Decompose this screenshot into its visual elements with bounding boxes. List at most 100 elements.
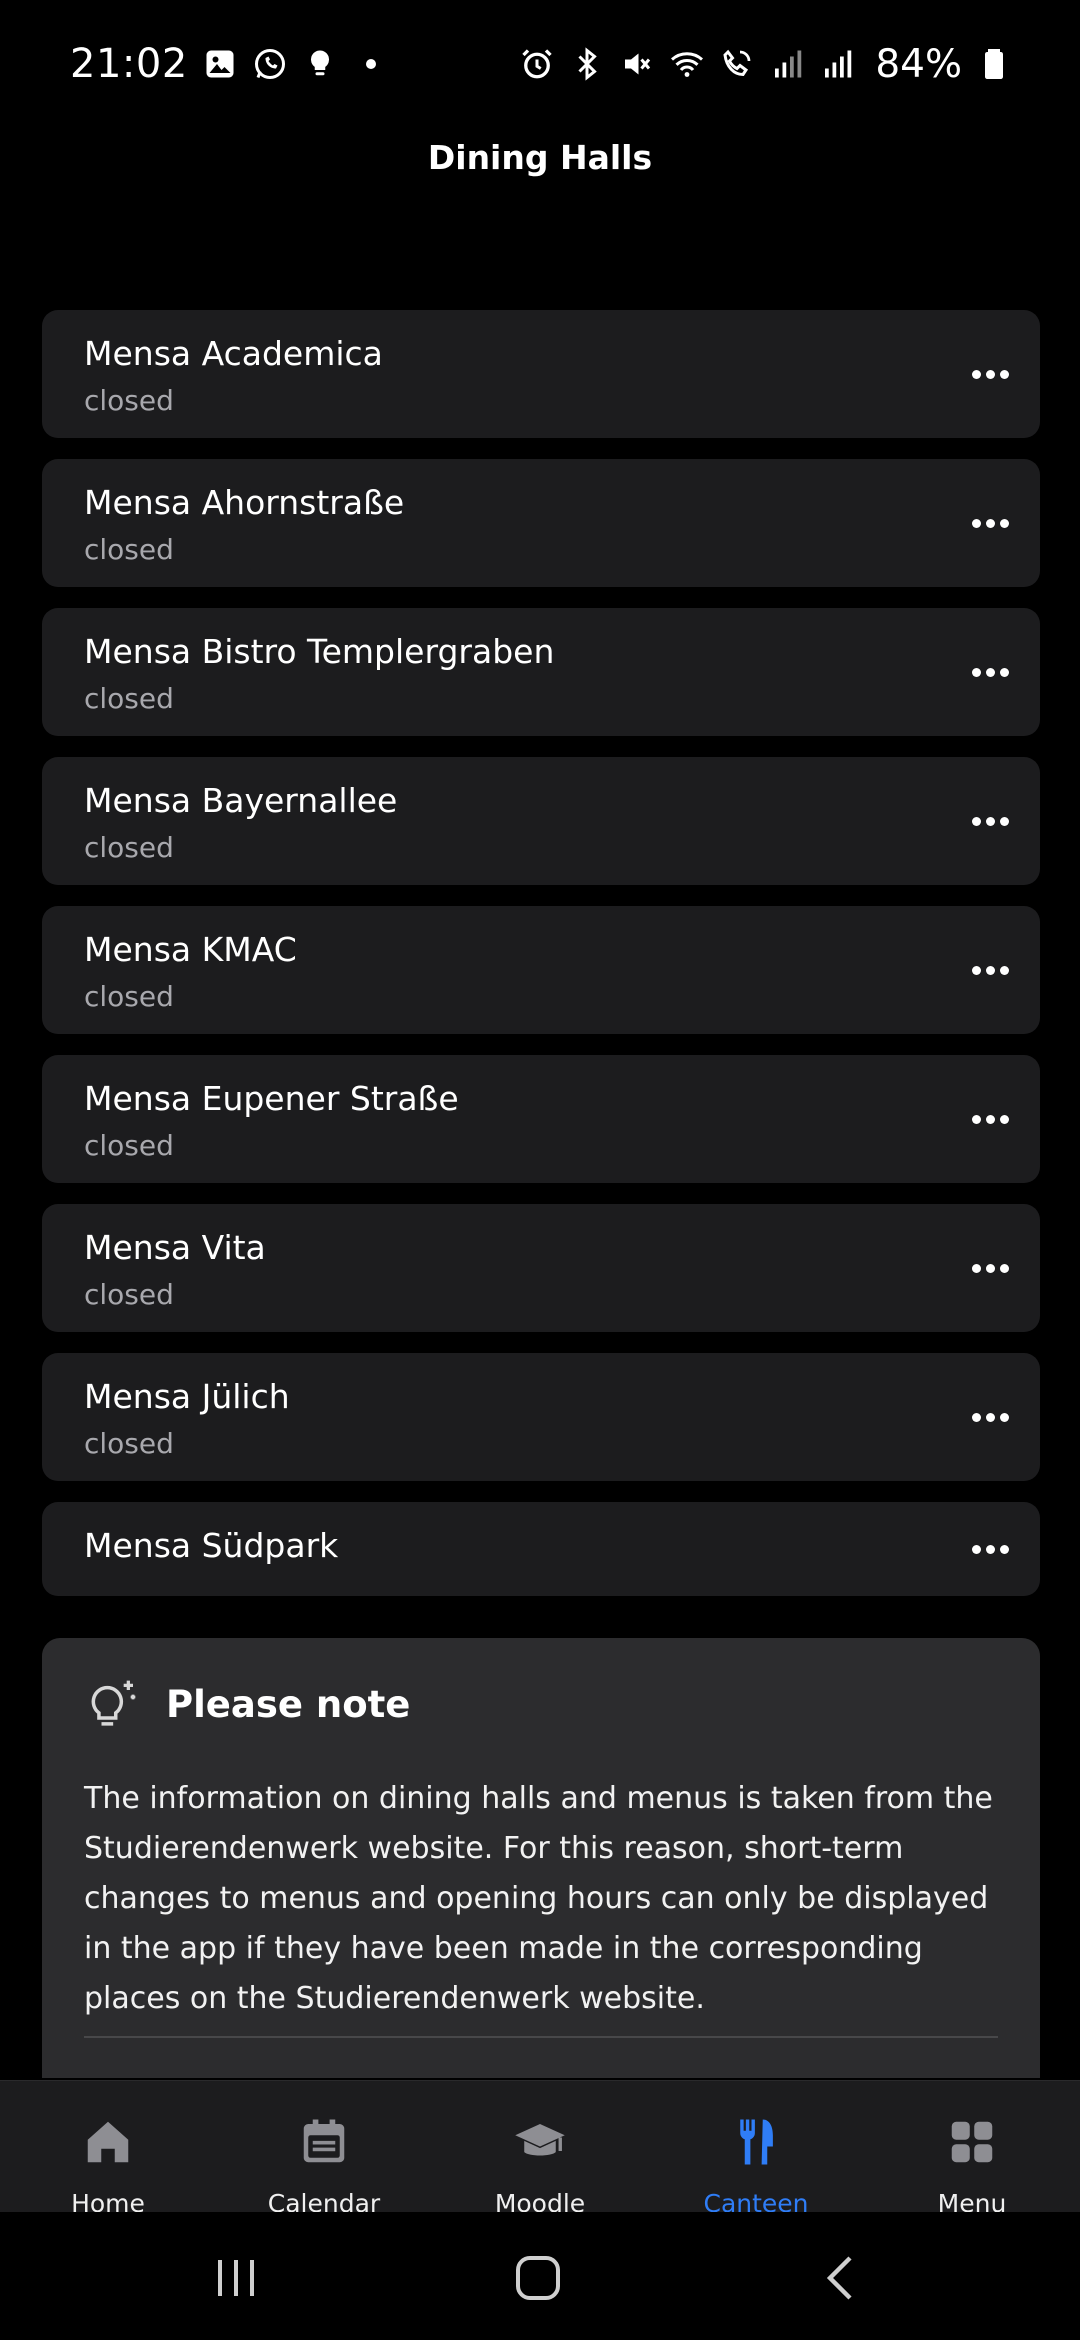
home-icon xyxy=(87,2121,129,2163)
wifi-call-icon xyxy=(723,49,751,77)
more-options-icon[interactable] xyxy=(964,354,1016,394)
dining-hall-name: Mensa Südpark xyxy=(84,1526,339,1565)
more-dot xyxy=(985,816,995,826)
page-title: Dining Halls xyxy=(427,138,653,177)
alarm-icon xyxy=(522,49,552,79)
calendar-icon xyxy=(303,2119,345,2163)
dining-hall-status: closed xyxy=(84,533,174,566)
dining-hall-list: Mensa Academica closed Mensa Ahornstraße cl… xyxy=(42,310,1040,1617)
status-time: 21:02 xyxy=(70,41,188,87)
more-dot xyxy=(971,667,981,677)
dining-hall-item[interactable]: Mensa Eupener Straße closed xyxy=(42,1055,1040,1183)
dining-hall-item[interactable]: Mensa Bayernallee closed xyxy=(42,757,1040,885)
dining-hall-item[interactable]: Mensa Südpark xyxy=(42,1502,1040,1596)
more-options-icon[interactable] xyxy=(964,1099,1016,1139)
more-dot xyxy=(971,369,981,379)
bottom-tab-bar: Home Calendar Moodle Canteen Menu xyxy=(0,2080,1080,2218)
dining-hall-item[interactable]: Mensa Vita closed xyxy=(42,1204,1040,1332)
more-options-icon[interactable] xyxy=(964,652,1016,692)
more-dot xyxy=(999,1412,1009,1422)
tab-menu[interactable]: Menu xyxy=(864,2081,1080,2218)
more-options-icon[interactable] xyxy=(964,1529,1016,1569)
more-dot xyxy=(985,667,995,677)
graduation-cap-icon xyxy=(515,2124,565,2156)
whatsapp-icon xyxy=(254,49,285,79)
dining-hall-item[interactable]: Mensa Jülich closed xyxy=(42,1353,1040,1481)
app-screen: 21:02 84% Dining Halls Mensa Academica c… xyxy=(0,0,1080,2340)
dining-hall-item[interactable]: Mensa Academica closed xyxy=(42,310,1040,438)
tab-home[interactable]: Home xyxy=(0,2081,216,2218)
lightbulb-sparkle-icon xyxy=(91,1680,136,1726)
dining-hall-status: closed xyxy=(84,1278,174,1311)
system-nav-bar xyxy=(0,2212,1080,2340)
more-dot xyxy=(999,1114,1009,1124)
notification-dot-icon xyxy=(365,59,376,69)
more-options-icon[interactable] xyxy=(964,503,1016,543)
dining-hall-name: Mensa Bayernallee xyxy=(84,781,398,820)
more-dot xyxy=(985,1544,995,1554)
status-right: 84% xyxy=(519,42,1012,87)
dining-hall-name: Mensa Bistro Templergraben xyxy=(84,632,555,671)
more-dot xyxy=(999,816,1009,826)
note-text: The information on dining halls and menu… xyxy=(84,1781,993,2016)
more-options-icon[interactable] xyxy=(964,801,1016,841)
tab-moodle[interactable]: Moodle xyxy=(432,2081,648,2218)
dining-hall-status: closed xyxy=(84,682,174,715)
dining-hall-status: closed xyxy=(84,1427,174,1460)
dining-hall-status: closed xyxy=(84,384,174,417)
note-card: Please note The information on dining ha… xyxy=(42,1638,1040,2078)
more-dot xyxy=(999,667,1009,677)
bulb-icon xyxy=(310,50,329,76)
grid-icon xyxy=(951,2121,993,2163)
dining-hall-status: closed xyxy=(84,1129,174,1162)
tab-canteen[interactable]: Canteen xyxy=(648,2081,864,2218)
more-dot xyxy=(971,1412,981,1422)
more-options-icon[interactable] xyxy=(964,950,1016,990)
status-bar: 21:02 84% xyxy=(0,0,1080,128)
note-title: Please note xyxy=(166,1682,411,1726)
more-dot xyxy=(971,965,981,975)
mute-icon xyxy=(625,53,651,75)
more-dot xyxy=(971,816,981,826)
more-dot xyxy=(999,965,1009,975)
more-dot xyxy=(999,1263,1009,1273)
more-options-icon[interactable] xyxy=(964,1248,1016,1288)
more-dot xyxy=(985,1263,995,1273)
status-left: 21:02 xyxy=(70,41,376,87)
battery-percentage: 84% xyxy=(875,41,962,87)
more-dot xyxy=(999,1544,1009,1554)
dining-hall-item[interactable]: Mensa Ahornstraße closed xyxy=(42,459,1040,587)
dining-hall-name: Mensa Eupener Straße xyxy=(84,1079,459,1118)
more-dot xyxy=(999,369,1009,379)
more-dot xyxy=(971,1544,981,1554)
tab-calendar[interactable]: Calendar xyxy=(216,2081,432,2218)
more-options-icon[interactable] xyxy=(964,1397,1016,1437)
dining-hall-name: Mensa Vita xyxy=(84,1228,266,1267)
battery-icon xyxy=(985,49,1003,79)
more-dot xyxy=(985,1114,995,1124)
more-dot xyxy=(985,369,995,379)
dining-hall-name: Mensa Academica xyxy=(84,334,383,373)
dining-hall-status: closed xyxy=(84,980,174,1013)
dining-hall-name: Mensa KMAC xyxy=(84,930,297,969)
signal-icon xyxy=(825,50,852,78)
more-dot xyxy=(971,518,981,528)
more-dot xyxy=(971,1114,981,1124)
note-header: Please note xyxy=(84,1676,410,1732)
gallery-icon xyxy=(206,50,234,78)
more-dot xyxy=(971,1263,981,1273)
more-dot xyxy=(985,1412,995,1422)
fork-knife-icon xyxy=(740,2119,773,2165)
dining-hall-item[interactable]: Mensa Bistro Templergraben closed xyxy=(42,608,1040,736)
home-nav-icon[interactable] xyxy=(508,2250,568,2306)
recent-apps-icon[interactable] xyxy=(206,2250,266,2306)
more-dot xyxy=(985,965,995,975)
signal-roaming-icon xyxy=(775,50,802,78)
dining-hall-item[interactable]: Mensa KMAC closed xyxy=(42,906,1040,1034)
more-dot xyxy=(999,518,1009,528)
dining-hall-status: closed xyxy=(84,831,174,864)
more-dot xyxy=(985,518,995,528)
wifi-icon xyxy=(671,52,704,77)
dining-hall-name: Mensa Ahornstraße xyxy=(84,483,405,522)
back-icon[interactable] xyxy=(812,2250,872,2306)
